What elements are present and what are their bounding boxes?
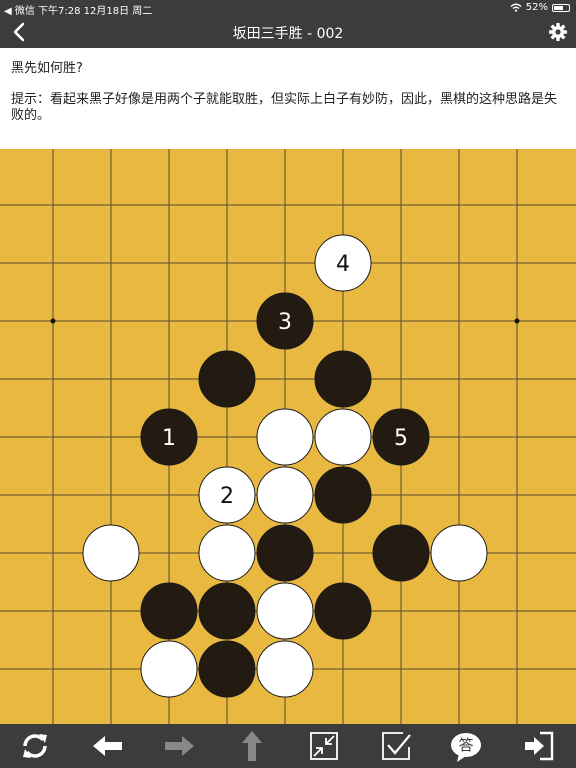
stone-disc xyxy=(314,408,372,466)
move-number: 1 xyxy=(162,426,176,451)
white-stone xyxy=(198,524,256,582)
white-stone xyxy=(140,640,198,698)
move-number: 5 xyxy=(394,426,408,451)
stone-disc xyxy=(256,524,314,582)
move-number: 3 xyxy=(278,310,292,335)
stone-disc xyxy=(198,524,256,582)
wifi-icon xyxy=(510,3,522,12)
white-stone: 4 xyxy=(314,234,372,292)
go-board[interactable]: 4 3 1 5 2 xyxy=(0,149,576,724)
arrow-left-icon[interactable] xyxy=(91,729,125,763)
check-icon[interactable] xyxy=(379,729,413,763)
answer-icon[interactable]: 答 xyxy=(449,729,483,763)
black-stone xyxy=(256,524,314,582)
stone-disc xyxy=(256,466,314,524)
collapse-icon[interactable] xyxy=(307,729,341,763)
stone-disc xyxy=(314,582,372,640)
stone-disc xyxy=(140,582,198,640)
problem-panel: 黑先如何胜? 提示：看起来黑子好像是用两个子就能取胜，但实际上白子有妙防，因此，… xyxy=(0,48,576,150)
status-left: ◀ 微信 下午7:28 12月18日 周二 xyxy=(4,6,153,17)
black-stone xyxy=(198,582,256,640)
nav-bar: 坂田三手胜 - 002 xyxy=(0,16,576,48)
stone-disc xyxy=(430,524,488,582)
white-stone xyxy=(256,408,314,466)
stone-disc xyxy=(198,350,256,408)
battery-percent: 52% xyxy=(525,2,548,13)
stone-disc xyxy=(82,524,140,582)
exit-icon[interactable] xyxy=(522,729,556,763)
star-point xyxy=(50,318,56,324)
black-stone xyxy=(372,524,430,582)
stone-disc xyxy=(256,582,314,640)
arrow-up-icon[interactable] xyxy=(235,729,269,763)
white-stone xyxy=(314,408,372,466)
gear-icon[interactable] xyxy=(548,22,568,42)
black-stone xyxy=(198,640,256,698)
answer-label: 答 xyxy=(458,736,473,754)
black-stone xyxy=(198,350,256,408)
status-right: 52% xyxy=(510,2,570,13)
black-stone: 3 xyxy=(256,292,314,350)
white-stone xyxy=(256,466,314,524)
white-stone: 2 xyxy=(198,466,256,524)
status-bar: ◀ 微信 下午7:28 12月18日 周二 52% xyxy=(0,0,576,17)
white-stone xyxy=(256,582,314,640)
black-stone xyxy=(314,350,372,408)
page-title: 坂田三手胜 - 002 xyxy=(232,26,344,42)
white-stone xyxy=(256,640,314,698)
move-number: 2 xyxy=(220,484,234,509)
problem-question: 黑先如何胜? xyxy=(11,61,83,76)
stone-disc xyxy=(198,582,256,640)
white-stone xyxy=(430,524,488,582)
stone-disc xyxy=(140,640,198,698)
battery-icon xyxy=(552,3,570,12)
stone-disc xyxy=(198,640,256,698)
star-point xyxy=(514,318,520,324)
stone-disc xyxy=(314,350,372,408)
black-stone xyxy=(140,582,198,640)
refresh-icon[interactable] xyxy=(18,729,52,763)
stone-disc xyxy=(256,408,314,466)
black-stone: 1 xyxy=(140,408,198,466)
black-stone: 5 xyxy=(372,408,430,466)
black-stone xyxy=(314,466,372,524)
stone-disc xyxy=(314,466,372,524)
stone-disc xyxy=(372,524,430,582)
problem-hint: 提示：看起来黑子好像是用两个子就能取胜，但实际上白子有妙防，因此，黑棋的这种思路… xyxy=(11,92,558,123)
black-stone xyxy=(314,582,372,640)
stone-disc xyxy=(256,640,314,698)
move-number: 4 xyxy=(336,252,350,277)
white-stone xyxy=(82,524,140,582)
bottom-toolbar: 答 xyxy=(0,724,576,768)
arrow-right-icon[interactable] xyxy=(162,729,196,763)
